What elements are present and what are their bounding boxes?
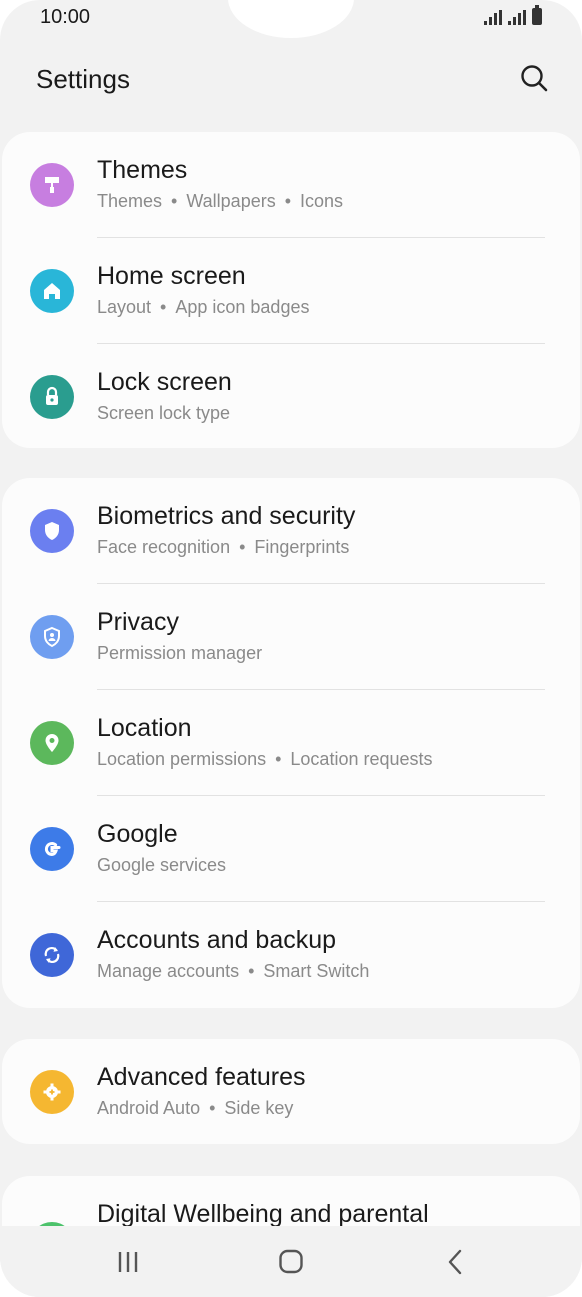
themes-icon	[30, 163, 74, 207]
settings-group-3: Advanced features Android Auto • Side key	[2, 1039, 580, 1144]
shield-icon	[30, 509, 74, 553]
settings-item-themes[interactable]: Themes Themes • Wallpapers • Icons	[2, 132, 580, 238]
item-title: Digital Wellbeing and parental	[97, 1200, 429, 1226]
recents-icon	[118, 1252, 138, 1272]
sync-icon	[30, 933, 74, 977]
item-title: Themes	[97, 156, 188, 184]
item-title: Advanced features	[97, 1063, 306, 1091]
gear-plus-icon	[30, 1070, 74, 1114]
navigation-bar	[0, 1226, 582, 1297]
item-subtitle: Manage accounts • Smart Switch	[97, 961, 370, 981]
location-pin-icon	[30, 721, 74, 765]
home-button[interactable]	[271, 1244, 311, 1280]
signal-icon-2	[508, 9, 526, 25]
settings-item-location[interactable]: Location Location permissions • Location r…	[2, 690, 580, 796]
item-title: Lock screen	[97, 368, 232, 396]
phone-screen: 10:00 Settings Themes Themes • Wallpaper…	[0, 0, 582, 1297]
item-title: Privacy	[97, 608, 179, 636]
status-time: 10:00	[40, 6, 91, 28]
settings-item-advanced-features[interactable]: Advanced features Android Auto • Side key	[2, 1039, 580, 1145]
item-subtitle: Layout • App icon badges	[97, 297, 310, 317]
settings-item-biometrics[interactable]: Biometrics and security Face recognition…	[2, 478, 580, 584]
item-title: Location	[97, 714, 192, 742]
back-button[interactable]	[435, 1244, 475, 1280]
settings-item-google[interactable]: Google Google services	[2, 796, 580, 902]
back-icon	[448, 1249, 462, 1275]
item-subtitle: Screen lock type	[97, 403, 231, 423]
home-nav-icon	[279, 1249, 303, 1274]
item-subtitle: Face recognition • Fingerprints	[97, 537, 350, 557]
privacy-shield-icon	[30, 615, 74, 659]
search-icon	[521, 65, 548, 92]
item-subtitle: Location permissions • Location requests	[97, 749, 433, 769]
item-subtitle: Android Auto • Side key	[97, 1098, 294, 1118]
settings-group-1: Themes Themes • Wallpapers • Icons Home scre…	[2, 132, 580, 448]
settings-item-privacy[interactable]: Privacy Permission manager	[2, 584, 580, 690]
google-icon	[30, 827, 74, 871]
item-title: Accounts and backup	[97, 926, 337, 954]
settings-group-4: Digital Wellbeing and parental	[2, 1176, 580, 1226]
item-subtitle: Themes • Wallpapers • Icons	[97, 191, 344, 211]
search-button[interactable]	[518, 62, 552, 96]
item-title: Home screen	[97, 262, 246, 290]
page-title: Settings	[36, 64, 130, 94]
settings-item-home-screen[interactable]: Home screen Layout • App icon badges	[2, 238, 580, 344]
signal-icon	[484, 9, 502, 25]
settings-group-2: Biometrics and security Face recognition…	[2, 478, 580, 1008]
recents-button[interactable]	[108, 1244, 148, 1280]
settings-item-digital-wellbeing[interactable]: Digital Wellbeing and parental	[2, 1176, 580, 1226]
camera-notch	[228, 0, 354, 38]
status-icons	[484, 5, 542, 25]
settings-item-lock-screen[interactable]: Lock screen Screen lock type	[2, 344, 580, 450]
settings-item-accounts-backup[interactable]: Accounts and backup Manage accounts • Smar…	[2, 902, 580, 1008]
lock-icon	[30, 375, 74, 419]
battery-icon	[532, 5, 542, 25]
header: Settings	[0, 56, 582, 104]
item-subtitle: Permission manager	[97, 643, 263, 663]
item-title: Google	[97, 820, 178, 848]
item-subtitle: Google services	[97, 855, 227, 875]
home-icon	[30, 269, 74, 313]
item-title: Biometrics and security	[97, 502, 356, 530]
status-bar: 10:00	[0, 0, 582, 40]
